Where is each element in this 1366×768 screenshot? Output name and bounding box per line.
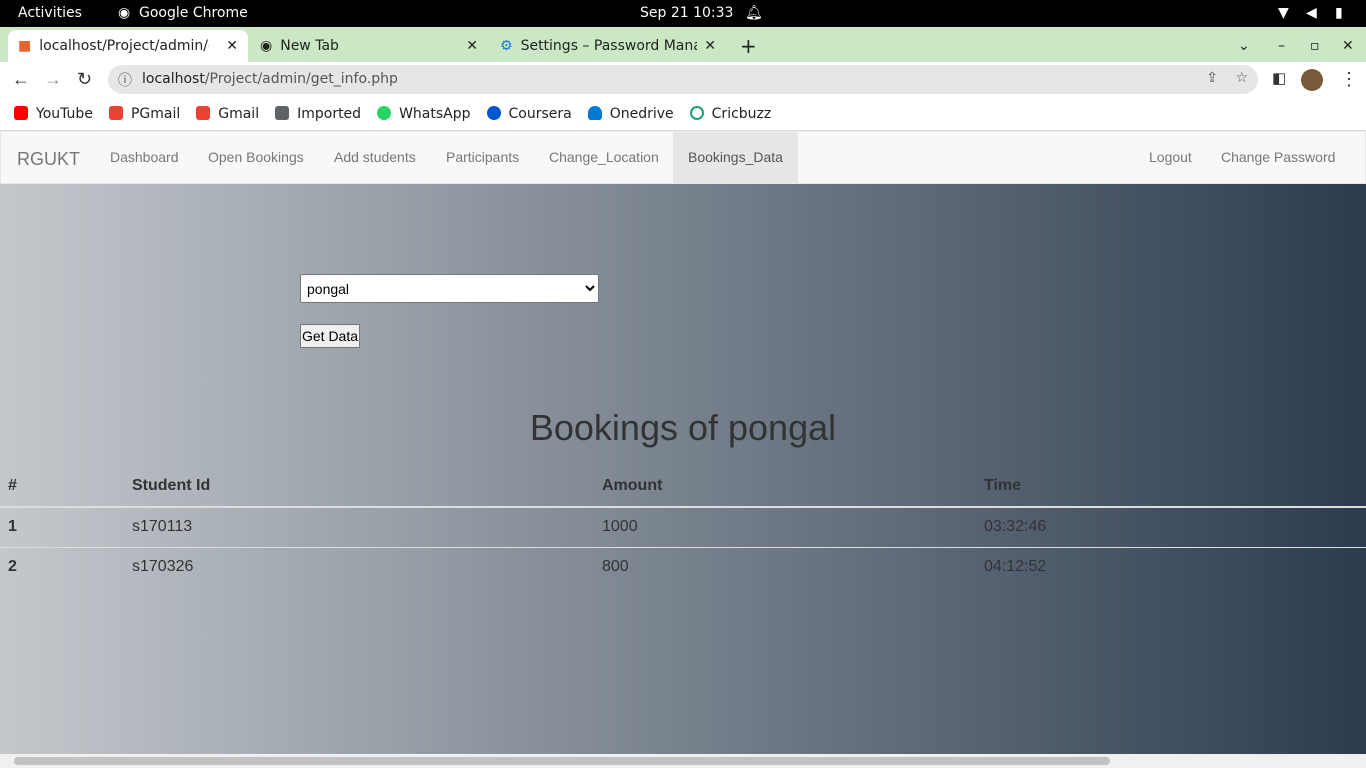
whatsapp-icon [377, 105, 392, 120]
battery-icon[interactable]: ▮ [1335, 5, 1343, 21]
bookmark-pgmail[interactable]: PGmail [108, 105, 180, 122]
folder-icon [275, 105, 290, 120]
volume-icon[interactable]: ◀ [1306, 5, 1317, 21]
share-icon[interactable]: ⇪ [1206, 70, 1218, 86]
col-amount: Amount [594, 466, 976, 508]
cloud-icon [587, 105, 602, 120]
reload-icon[interactable]: ↻ [77, 69, 92, 90]
close-window-icon[interactable]: ✕ [1332, 30, 1364, 62]
tab-new-tab[interactable]: ◉ New Tab ✕ [250, 30, 488, 62]
youtube-icon [14, 105, 28, 120]
os-topbar: Activities ◉ Google Chrome Sep 21 10:33 … [0, 0, 1366, 27]
chrome-icon: ◉ [260, 38, 273, 54]
festival-select[interactable]: pongal [300, 274, 599, 303]
minimize-icon[interactable]: – [1268, 30, 1295, 62]
nav-change-password[interactable]: Change Password [1206, 132, 1350, 183]
close-icon[interactable]: ✕ [466, 38, 478, 54]
page-content: RGUKT Dashboard Open Bookings Add studen… [0, 131, 1366, 754]
side-panel-icon[interactable]: ◧ [1272, 69, 1286, 87]
gear-icon: ⚙ [500, 38, 513, 54]
col-student-id: Student Id [124, 466, 594, 508]
bookmark-coursera[interactable]: Coursera [486, 105, 572, 122]
bookmark-onedrive[interactable]: Onedrive [587, 105, 674, 122]
address-bar: ← → ↻ ⓘ localhost/Project/admin/get_info.… [0, 62, 1366, 97]
activities-button[interactable]: Activities [18, 5, 82, 21]
nav-logout[interactable]: Logout [1134, 132, 1207, 183]
horizontal-scrollbar[interactable] [0, 754, 1366, 768]
col-number: # [0, 466, 124, 508]
nav-dashboard[interactable]: Dashboard [95, 132, 194, 183]
nav-participants[interactable]: Participants [431, 132, 534, 183]
bookmark-imported[interactable]: Imported [275, 105, 361, 122]
url-input[interactable]: ⓘ localhost/Project/admin/get_info.php ⇪ ☆ [108, 65, 1258, 94]
col-time: Time [976, 466, 1366, 508]
brand[interactable]: RGUKT [17, 149, 80, 170]
clock[interactable]: Sep 21 10:33 [640, 5, 733, 21]
menu-icon[interactable]: ⋮ [1340, 69, 1358, 90]
avatar[interactable] [1301, 69, 1323, 91]
navbar: RGUKT Dashboard Open Bookings Add studen… [0, 131, 1366, 184]
table-row: 2 s170326 800 04:12:52 [0, 546, 1366, 587]
back-icon[interactable]: ← [12, 69, 30, 90]
bookmark-cricbuzz[interactable]: Cricbuzz [689, 105, 771, 122]
info-icon: ⓘ [118, 73, 132, 89]
nav-add-students[interactable]: Add students [319, 132, 431, 183]
tab-strip: ■localhost/Project/admin/get_info.php✕ ◉… [0, 27, 1366, 62]
tab-get-info[interactable]: ■localhost/Project/admin/get_info.php✕ [8, 30, 248, 62]
close-icon[interactable]: ✕ [704, 38, 716, 54]
cricbuzz-icon [689, 105, 704, 120]
xampp-icon: ■ [18, 38, 32, 54]
nav-change-location[interactable]: Change_Location [534, 132, 674, 183]
maximize-icon[interactable]: ▫ [1300, 30, 1330, 62]
wifi-icon[interactable]: ▼ [1278, 5, 1289, 21]
bookmark-gmail[interactable]: Gmail [196, 105, 259, 122]
gmail-icon [108, 105, 123, 120]
close-icon[interactable]: ✕ [226, 38, 238, 54]
bookmarks-bar: YouTube PGmail Gmail Imported WhatsApp C… [0, 97, 1366, 131]
gmail-icon [196, 105, 211, 120]
nav-bookings-data[interactable]: Bookings_Data [673, 132, 798, 183]
chrome-icon: ◉ [118, 5, 131, 21]
coursera-icon [486, 105, 501, 120]
bookings-table: # Student Id Amount Time 1 s170113 1000 03:… [0, 466, 1366, 587]
tab-search-icon[interactable]: ⌄ [1228, 30, 1260, 62]
tab-settings[interactable]: ⚙Settings – Password Manager✕ [490, 30, 726, 62]
bookmark-whatsapp[interactable]: WhatsApp [377, 105, 471, 122]
app-name[interactable]: Google Chrome [139, 5, 248, 21]
star-icon[interactable]: ☆ [1235, 70, 1248, 86]
get-data-button[interactable]: Get Data [300, 324, 360, 348]
forward-icon[interactable]: → [44, 69, 62, 90]
bell-icon: 🔔︎ [745, 5, 763, 21]
table-row: 1 s170113 1000 03:32:46 [0, 506, 1366, 547]
bookmark-youtube[interactable]: YouTube [14, 105, 93, 122]
page-title: Bookings of pongal [529, 407, 837, 448]
scrollbar-thumb[interactable] [14, 757, 1110, 765]
nav-open-bookings[interactable]: Open Bookings [193, 132, 319, 183]
new-tab-button[interactable]: + [730, 30, 767, 62]
